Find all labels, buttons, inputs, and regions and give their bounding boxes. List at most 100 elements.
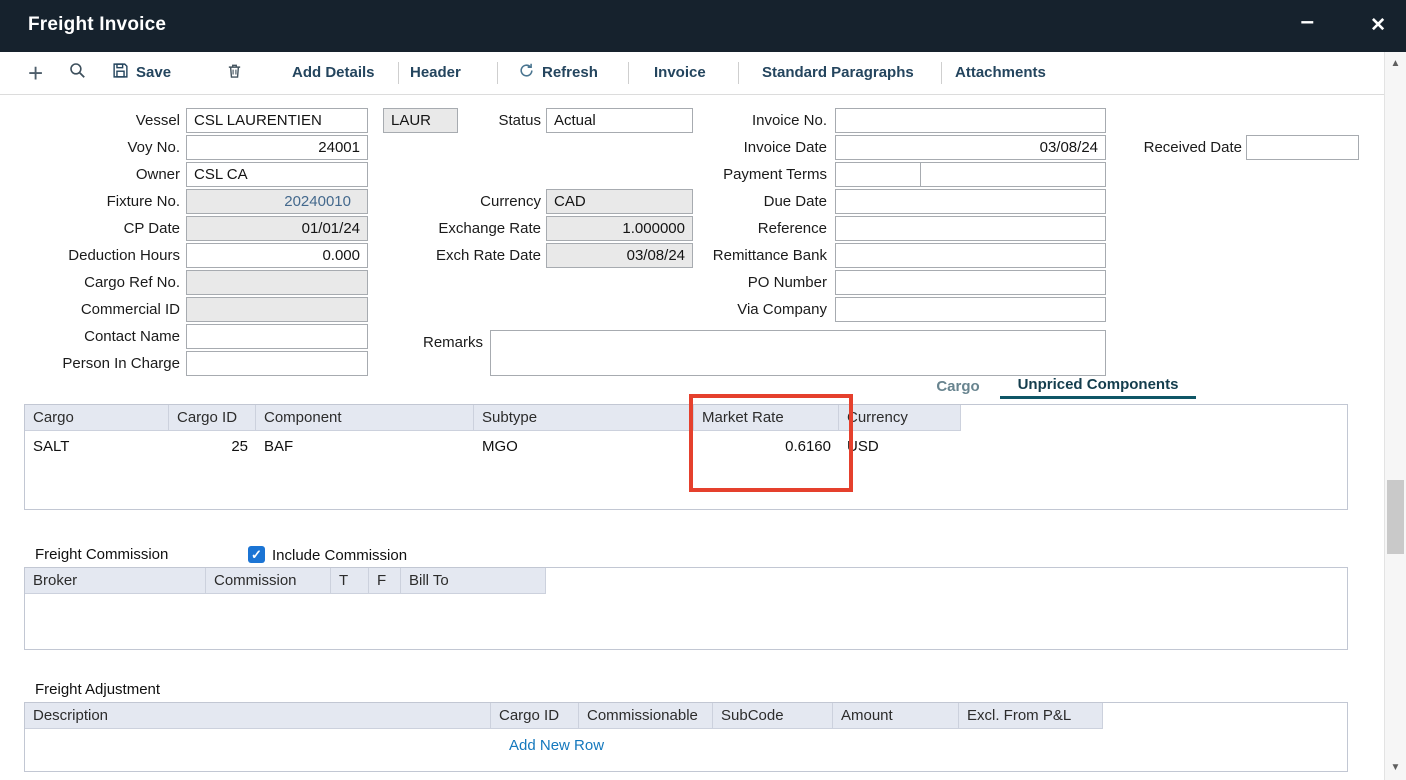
freight-commission-header-row: Broker Commission T F Bill To — [25, 568, 1347, 594]
standard-paragraphs-label: Standard Paragraphs — [762, 64, 914, 81]
toolbar: + Save Add Details Header Refresh Invoic… — [0, 52, 1384, 95]
payment-terms-code-input[interactable] — [835, 162, 921, 187]
header-filler — [1103, 703, 1347, 729]
invoice-no-label: Invoice No. — [640, 108, 827, 134]
header-label: Header — [410, 64, 461, 81]
column-header-excl-from-pl[interactable]: Excl. From P&L — [959, 703, 1103, 729]
cell-cargo: SALT — [25, 431, 169, 462]
search-button[interactable] — [68, 52, 87, 93]
remarks-textarea[interactable] — [490, 330, 1106, 376]
column-header-component[interactable]: Component — [256, 405, 474, 431]
add-details-label: Add Details — [292, 64, 375, 81]
cargo-ref-no-label: Cargo Ref No. — [10, 270, 180, 296]
voy-no-input[interactable] — [186, 135, 368, 160]
deduction-hours-input[interactable] — [186, 243, 368, 268]
toolbar-divider — [497, 62, 498, 84]
scroll-up-arrow[interactable]: ▲ — [1385, 54, 1406, 74]
trash-icon — [226, 62, 243, 84]
unpriced-components-table: Cargo Cargo ID Component Subtype Market … — [24, 404, 1348, 510]
freight-adjustment-table: Description Cargo ID Commissionable SubC… — [24, 702, 1348, 772]
owner-input[interactable] — [186, 162, 368, 187]
remittance-bank-input[interactable] — [835, 243, 1106, 268]
refresh-label: Refresh — [542, 64, 598, 81]
due-date-input[interactable] — [835, 189, 1106, 214]
cell-subtype: MGO — [474, 431, 694, 462]
header-filler — [961, 405, 1347, 431]
fixture-no-input — [186, 189, 368, 214]
save-label: Save — [136, 64, 171, 81]
column-header-commissionable[interactable]: Commissionable — [579, 703, 713, 729]
cell-currency: USD — [839, 431, 961, 462]
reference-input[interactable] — [835, 216, 1106, 241]
po-number-label: PO Number — [640, 270, 827, 296]
close-button[interactable]: ✕ — [1370, 14, 1386, 37]
deduction-hours-label: Deduction Hours — [10, 243, 180, 269]
add-details-button[interactable]: Add Details — [292, 52, 375, 93]
column-header-f[interactable]: F — [369, 568, 401, 594]
cell-market-rate: 0.6160 — [694, 431, 839, 462]
payment-terms-input[interactable] — [920, 162, 1106, 187]
column-header-commission[interactable]: Commission — [206, 568, 331, 594]
attachments-button[interactable]: Attachments — [955, 52, 1046, 93]
remittance-bank-label: Remittance Bank — [640, 243, 827, 269]
column-header-subcode[interactable]: SubCode — [713, 703, 833, 729]
delete-button[interactable] — [226, 52, 243, 93]
column-header-broker[interactable]: Broker — [25, 568, 206, 594]
cell-cargo-id: 25 — [169, 431, 256, 462]
close-icon: ✕ — [1370, 15, 1386, 36]
column-header-currency[interactable]: Currency — [839, 405, 961, 431]
refresh-icon — [518, 62, 535, 83]
column-header-market-rate[interactable]: Market Rate — [694, 405, 839, 431]
freight-commission-title: Freight Commission — [35, 546, 168, 563]
invoice-no-input[interactable] — [835, 108, 1106, 133]
fixture-no-label: Fixture No. — [10, 189, 180, 215]
person-in-charge-label: Person In Charge — [10, 351, 180, 377]
freight-invoice-window: Freight Invoice – ✕ + Save Add Details H… — [0, 0, 1406, 780]
scrollbar-thumb[interactable] — [1387, 480, 1404, 554]
po-number-input[interactable] — [835, 270, 1106, 295]
include-commission-checkbox[interactable]: ✓ — [248, 546, 265, 563]
toolbar-divider — [738, 62, 739, 84]
unpriced-components-header-row: Cargo Cargo ID Component Subtype Market … — [25, 405, 1347, 431]
via-company-input[interactable] — [835, 297, 1106, 322]
column-header-amount[interactable]: Amount — [833, 703, 959, 729]
tab-cargo[interactable]: Cargo — [928, 376, 988, 401]
vertical-scrollbar[interactable]: ▲ ▼ — [1384, 52, 1406, 780]
column-header-subtype[interactable]: Subtype — [474, 405, 694, 431]
standard-paragraphs-button[interactable]: Standard Paragraphs — [762, 52, 914, 93]
cp-date-label: CP Date — [10, 216, 180, 242]
header-button[interactable]: Header — [410, 52, 461, 93]
new-button[interactable]: + — [28, 52, 43, 93]
window-title: Freight Invoice — [28, 14, 166, 36]
received-date-input[interactable] — [1246, 135, 1359, 160]
toolbar-divider — [941, 62, 942, 84]
minimize-button[interactable]: – — [1301, 8, 1314, 36]
column-header-description[interactable]: Description — [25, 703, 491, 729]
table-row[interactable]: SALT 25 BAF MGO 0.6160 USD — [25, 431, 1347, 462]
invoice-button[interactable]: Invoice — [654, 52, 706, 93]
column-header-bill-to[interactable]: Bill To — [401, 568, 546, 594]
reference-label: Reference — [640, 216, 827, 242]
include-commission-label: Include Commission — [272, 547, 407, 564]
commercial-id-input — [186, 297, 368, 322]
cargo-ref-no-input — [186, 270, 368, 295]
freight-adjustment-title: Freight Adjustment — [35, 681, 160, 698]
column-header-cargo[interactable]: Cargo — [25, 405, 169, 431]
save-button[interactable]: Save — [112, 52, 171, 93]
vessel-input[interactable] — [186, 108, 368, 133]
owner-label: Owner — [10, 162, 180, 188]
status-label: Status — [390, 108, 541, 134]
plus-icon: + — [28, 54, 43, 92]
exchange-rate-label: Exchange Rate — [390, 216, 541, 242]
invoice-label: Invoice — [654, 64, 706, 81]
column-header-t[interactable]: T — [331, 568, 369, 594]
tab-unpriced-components[interactable]: Unpriced Components — [1000, 374, 1196, 399]
minimize-icon: – — [1301, 8, 1314, 35]
invoice-date-input[interactable] — [835, 135, 1106, 160]
scroll-down-arrow[interactable]: ▼ — [1385, 758, 1406, 778]
remarks-label: Remarks — [330, 330, 483, 356]
refresh-button[interactable]: Refresh — [518, 52, 598, 93]
add-new-row-link[interactable]: Add New Row — [509, 737, 604, 754]
column-header-cargo-id[interactable]: Cargo ID — [491, 703, 579, 729]
column-header-cargo-id[interactable]: Cargo ID — [169, 405, 256, 431]
